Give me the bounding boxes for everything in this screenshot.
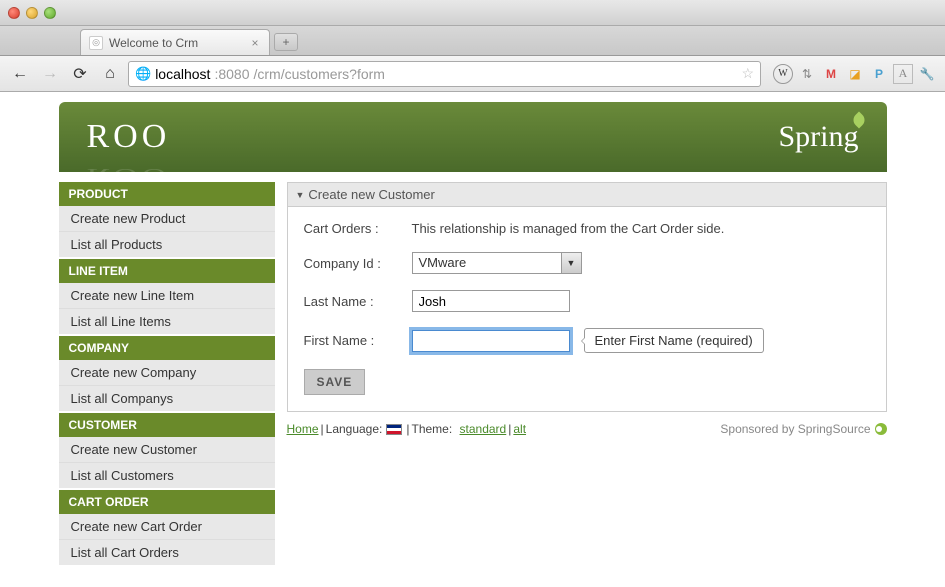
roo-logo: ROO (87, 118, 171, 156)
save-button[interactable]: SAVE (304, 369, 366, 395)
wrench-icon[interactable]: 🔧 (917, 64, 937, 84)
sidebar-header-lineitem: LINE ITEM (59, 259, 275, 283)
sponsor-text: Sponsored by SpringSource (720, 422, 870, 436)
window-titlebar (0, 0, 945, 26)
forward-button[interactable]: → (38, 62, 62, 86)
favicon-icon: ◎ (89, 36, 103, 50)
first-name-tooltip: Enter First Name (required) (584, 328, 764, 353)
browser-tabbar: ◎ Welcome to Crm × + (0, 26, 945, 56)
theme-alt-link[interactable]: alt (513, 422, 526, 436)
sidebar-item-list-cartorders[interactable]: List all Cart Orders (59, 540, 275, 565)
sidebar-item-list-companys[interactable]: List all Companys (59, 386, 275, 411)
company-select[interactable]: VMware ▼ (412, 252, 582, 274)
url-path: /crm/customers?form (254, 66, 385, 82)
sidebar-header-customer: CUSTOMER (59, 413, 275, 437)
home-link[interactable]: Home (287, 422, 319, 436)
extension-icon[interactable]: P (869, 64, 889, 84)
first-name-label: First Name : (304, 333, 412, 348)
flag-icon[interactable] (386, 424, 402, 435)
panel-header[interactable]: ▼ Create new Customer (287, 182, 887, 207)
browser-toolbar: ← → ⟳ ⌂ 🌐 localhost:8080/crm/customers?f… (0, 56, 945, 92)
language-label: Language: (326, 422, 383, 436)
back-button[interactable]: ← (8, 62, 32, 86)
sidebar-item-create-lineitem[interactable]: Create new Line Item (59, 283, 275, 309)
sidebar-item-list-lineitems[interactable]: List all Line Items (59, 309, 275, 334)
sidebar-item-create-customer[interactable]: Create new Customer (59, 437, 275, 463)
chevron-down-icon: ▼ (561, 253, 581, 273)
tab-title: Welcome to Crm (109, 36, 243, 50)
globe-icon: 🌐 (135, 66, 151, 82)
cart-orders-label: Cart Orders : (304, 221, 412, 236)
first-name-input[interactable] (412, 330, 570, 352)
sidebar-item-list-customers[interactable]: List all Customers (59, 463, 275, 488)
sidebar: PRODUCT Create new Product List all Prod… (59, 182, 275, 567)
home-button[interactable]: ⌂ (98, 62, 122, 86)
browser-tab[interactable]: ◎ Welcome to Crm × (80, 29, 270, 55)
sidebar-item-create-company[interactable]: Create new Company (59, 360, 275, 386)
app-header: ROO Spring (59, 102, 887, 172)
theme-standard-link[interactable]: standard (460, 422, 507, 436)
company-label: Company Id : (304, 256, 412, 271)
sidebar-header-company: COMPANY (59, 336, 275, 360)
theme-label: Theme: (412, 422, 453, 436)
last-name-input[interactable] (412, 290, 570, 312)
cart-orders-value: This relationship is managed from the Ca… (412, 221, 725, 236)
gmail-icon[interactable]: M (821, 64, 841, 84)
new-tab-button[interactable]: + (274, 33, 298, 51)
form-panel: Cart Orders : This relationship is manag… (287, 207, 887, 412)
bookmark-star-icon[interactable]: ☆ (741, 65, 754, 82)
collapse-icon: ▼ (296, 190, 305, 200)
address-bar[interactable]: 🌐 localhost:8080/crm/customers?form ☆ (128, 61, 761, 87)
footer: Home | Language: | Theme: standard | alt (287, 422, 887, 436)
wikipedia-icon[interactable]: W (773, 64, 793, 84)
url-host: localhost (155, 66, 210, 82)
url-port: :8080 (214, 66, 249, 82)
sidebar-header-cartorder: CART ORDER (59, 490, 275, 514)
spring-logo: Spring (778, 120, 858, 154)
close-window-button[interactable] (8, 7, 20, 19)
minimize-window-button[interactable] (26, 7, 38, 19)
extension-icon[interactable]: A (893, 64, 913, 84)
reload-button[interactable]: ⟳ (68, 62, 92, 86)
close-tab-icon[interactable]: × (249, 36, 261, 50)
extension-icon[interactable]: ◪ (845, 64, 865, 84)
sidebar-item-create-cartorder[interactable]: Create new Cart Order (59, 514, 275, 540)
extension-icon[interactable]: ⇅ (797, 64, 817, 84)
sidebar-item-create-product[interactable]: Create new Product (59, 206, 275, 232)
company-select-value: VMware (413, 253, 561, 273)
springsource-icon (875, 423, 887, 435)
panel-title: Create new Customer (308, 187, 434, 202)
last-name-label: Last Name : (304, 294, 412, 309)
zoom-window-button[interactable] (44, 7, 56, 19)
sidebar-item-list-products[interactable]: List all Products (59, 232, 275, 257)
